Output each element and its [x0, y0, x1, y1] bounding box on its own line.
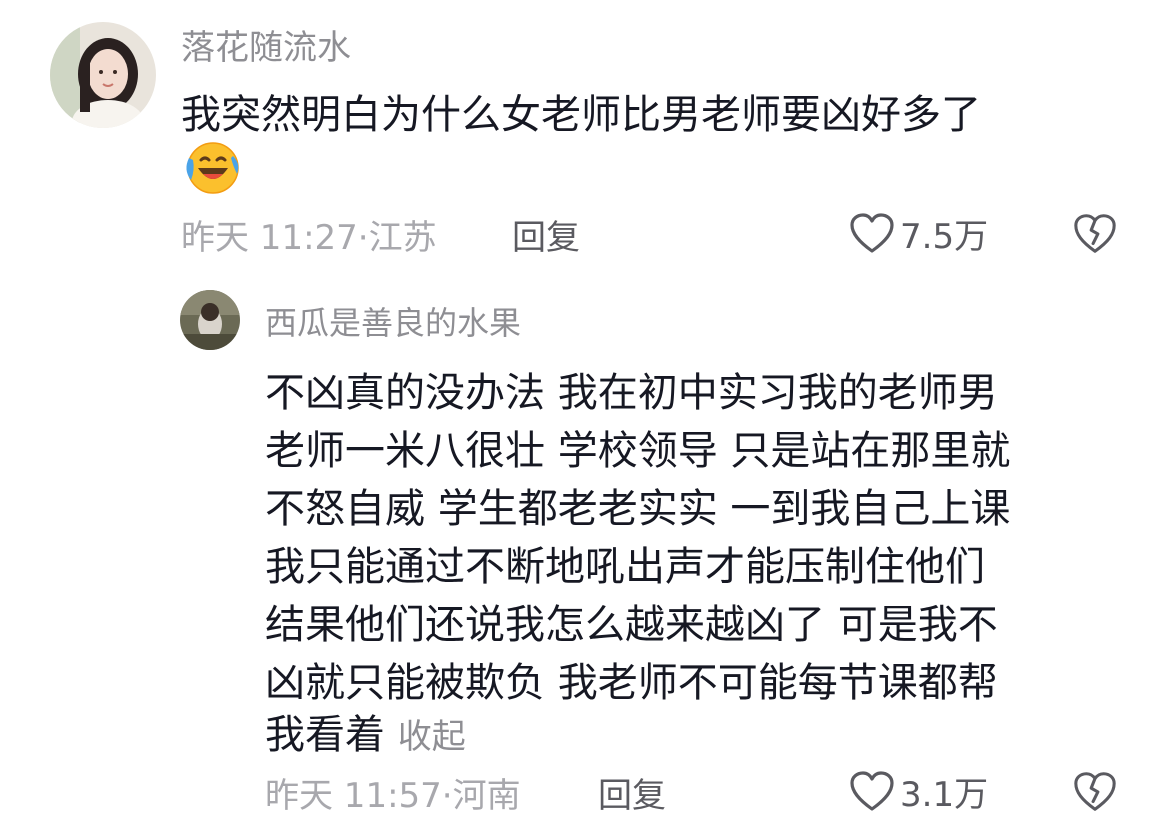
comment-text-last: 我看着	[265, 712, 385, 758]
comment-text-line: 不怒自威 学生都老老实实 一到我自己上课	[265, 486, 1011, 532]
broken-heart-icon[interactable]	[1072, 210, 1118, 256]
comment-username[interactable]: 西瓜是善良的水果	[265, 298, 521, 344]
collapse-link[interactable]: 收起	[398, 717, 466, 757]
heart-outline-icon	[848, 211, 896, 255]
reply-button[interactable]: 回复	[512, 210, 580, 259]
comment-location: 河南	[452, 776, 521, 816]
comment-text-line: 我看着 收起	[265, 702, 466, 760]
laughing-crying-emoji-icon	[181, 140, 241, 196]
comment-text-line: 老师一米八很壮 学校领导 只是站在那里就	[265, 428, 1011, 474]
meta-separator: ·	[357, 218, 369, 258]
comment-meta: 昨天 11:57·河南	[265, 768, 521, 817]
heart-outline-icon	[848, 769, 896, 813]
comment-text-line: 我只能通过不断地吼出声才能压制住他们	[265, 544, 985, 590]
comment-username[interactable]: 落花随流水	[181, 20, 351, 69]
like-button[interactable]: 7.5万	[848, 208, 988, 258]
comment-text-line: 不凶真的没办法 我在初中实习我的老师男	[265, 370, 998, 416]
avatar[interactable]	[50, 22, 156, 128]
comment-text-line: 凶就只能被欺负 我老师不可能每节课都帮	[265, 660, 998, 706]
comment-meta: 昨天 11:27·江苏	[181, 210, 437, 259]
like-count: 3.1万	[900, 774, 989, 815]
comment-text-line: 结果他们还说我怎么越来越凶了 可是我不	[265, 602, 998, 648]
reply-button[interactable]: 回复	[598, 768, 666, 817]
avatar[interactable]	[180, 290, 240, 350]
comment-text: 我突然明白为什么女老师比男老师要凶好多了	[181, 92, 981, 138]
comment-location: 江苏	[368, 218, 437, 258]
broken-heart-icon[interactable]	[1072, 768, 1118, 814]
comment-time: 昨天 11:27	[181, 218, 358, 258]
meta-separator: ·	[441, 776, 453, 816]
comment-time: 昨天 11:57	[265, 776, 442, 816]
like-count: 7.5万	[900, 216, 989, 257]
like-button[interactable]: 3.1万	[848, 766, 988, 816]
